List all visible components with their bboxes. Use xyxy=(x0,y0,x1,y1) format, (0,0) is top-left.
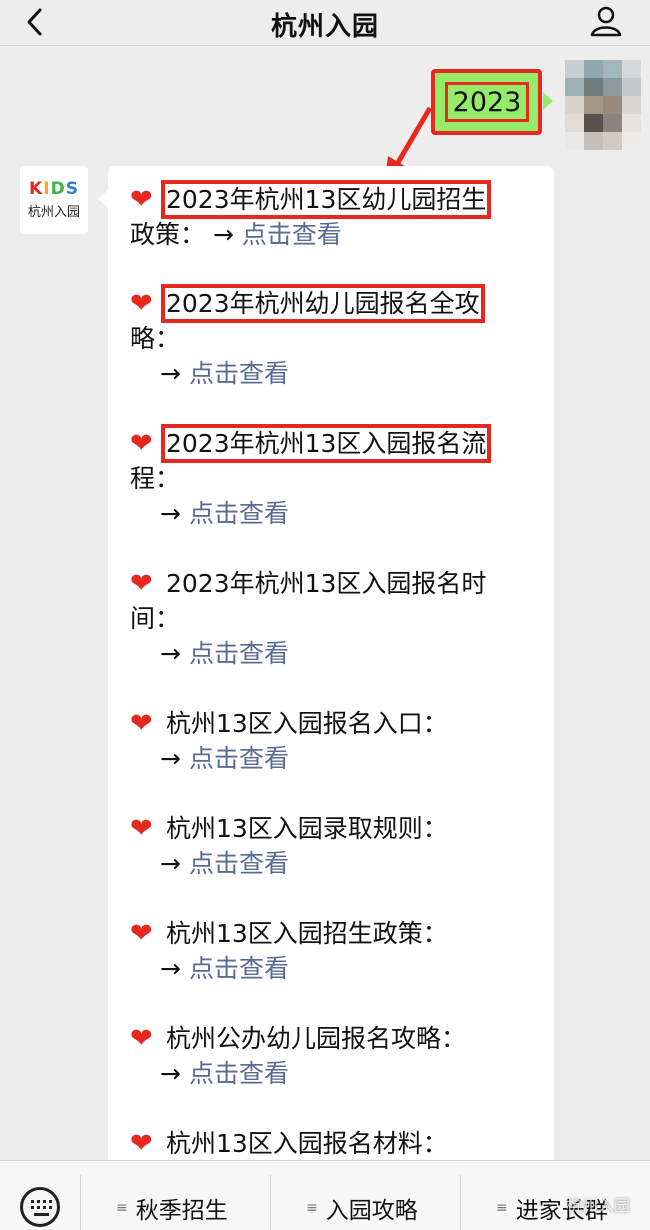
arrow-right-icon: → xyxy=(160,744,181,773)
item-title: 杭州13区入园录取规则： xyxy=(166,814,448,843)
account-avatar[interactable]: KIDS 杭州入园 xyxy=(20,166,88,234)
menu-item-label: 入园攻略 xyxy=(325,1198,418,1224)
menu-divider xyxy=(270,1175,271,1230)
list-item: ❤ 杭州13区入园报名入口： xyxy=(130,706,550,741)
list-item: ❤ 2023年杭州13区幼儿园招生 政策： → 点击查看 xyxy=(130,180,550,252)
heart-icon: ❤ xyxy=(130,288,153,319)
menu-list-icon: ≡ xyxy=(116,1200,128,1216)
arrow-right-icon: → xyxy=(160,849,181,878)
link-row: → 点击查看 xyxy=(160,356,289,391)
arrow-right-icon: → xyxy=(212,220,234,249)
heart-icon: ❤ xyxy=(130,813,153,844)
arrow-right-icon: → xyxy=(160,639,181,668)
menu-divider xyxy=(80,1175,81,1230)
link-row: → 点击查看 xyxy=(160,1056,289,1091)
menu-item-autumn-enrollment[interactable]: ≡ 秋季招生 xyxy=(116,1191,228,1225)
list-item: ❤ 2023年杭州13区入园报名时 间： xyxy=(130,566,550,636)
view-link[interactable]: 点击查看 xyxy=(242,220,342,249)
page-title: 杭州入园 xyxy=(270,12,379,42)
list-item: ❤ 杭州公办幼儿园报名攻略： xyxy=(130,1021,550,1056)
list-item: ❤ 2023年杭州幼儿园报名全攻 略： xyxy=(130,284,550,356)
menu-item-label: 秋季招生 xyxy=(135,1198,228,1224)
item-title-continued: 间： xyxy=(130,604,181,633)
watermark: 杭州入园 xyxy=(565,1196,630,1215)
view-link[interactable]: 点击查看 xyxy=(189,639,289,668)
view-link[interactable]: 点击查看 xyxy=(189,849,289,878)
heart-icon: ❤ xyxy=(130,708,153,739)
heart-icon: ❤ xyxy=(130,184,153,215)
nav-bar: 杭州入园 xyxy=(0,0,650,46)
view-link[interactable]: 点击查看 xyxy=(189,744,289,773)
reply-message-bubble: ❤ 2023年杭州13区幼儿园招生 政策： → 点击查看 ❤ 2023年杭州幼儿园报名… xyxy=(108,166,554,1176)
kids-logo: KIDS xyxy=(29,179,79,199)
list-item: ❤ 杭州13区入园报名材料： xyxy=(130,1126,550,1161)
item-title: 2023年杭州13区入园报名流 xyxy=(160,424,492,463)
user-avatar[interactable] xyxy=(565,60,641,150)
view-link[interactable]: 点击查看 xyxy=(189,359,289,388)
arrow-right-icon: → xyxy=(160,499,181,528)
item-title: 杭州13区入园招生政策： xyxy=(166,919,448,948)
heart-icon: ❤ xyxy=(130,1128,153,1159)
link-row: → 点击查看 xyxy=(160,496,289,531)
account-avatar-label: 杭州入园 xyxy=(27,205,80,220)
link-row: → 点击查看 xyxy=(160,741,289,776)
view-link[interactable]: 点击查看 xyxy=(189,954,289,983)
link-row: → 点击查看 xyxy=(160,846,289,881)
menu-divider xyxy=(460,1175,461,1230)
item-title: 2023年杭州幼儿园报名全攻 xyxy=(161,284,485,323)
heart-icon: ❤ xyxy=(130,568,153,599)
item-title: 杭州公办幼儿园报名攻略： xyxy=(166,1024,467,1053)
menu-list-icon: ≡ xyxy=(496,1200,508,1216)
person-icon[interactable] xyxy=(588,3,624,39)
item-title: 杭州13区入园报名入口： xyxy=(166,709,448,738)
recv-bubble-tail xyxy=(98,190,108,208)
link-row: → 点击查看 xyxy=(160,636,289,671)
bottom-menu-bar: ≡ 秋季招生 ≡ 入园攻略 ≡ 进家长群 xyxy=(0,1160,650,1230)
list-item: ❤ 杭州13区入园招生政策： xyxy=(130,916,550,951)
item-title: 2023年杭州13区入园报名时 xyxy=(166,569,487,598)
list-item: ❤ 2023年杭州13区入园报名流 程： xyxy=(130,424,550,496)
arrow-right-icon: → xyxy=(160,1059,181,1088)
item-title-continued: 略： xyxy=(130,324,181,353)
menu-item-enrollment-guide[interactable]: ≡ 入园攻略 xyxy=(306,1191,418,1225)
menu-list-icon: ≡ xyxy=(306,1200,318,1216)
heart-icon: ❤ xyxy=(130,918,153,949)
sent-bubble-tail xyxy=(543,92,553,110)
arrow-right-icon: → xyxy=(160,359,181,388)
item-title: 杭州13区入园报名材料： xyxy=(166,1129,448,1158)
view-link[interactable]: 点击查看 xyxy=(189,499,289,528)
arrow-right-icon: → xyxy=(160,954,181,983)
link-row: → 点击查看 xyxy=(160,951,289,986)
item-title-continued: 程： xyxy=(130,464,181,493)
keyboard-icon[interactable] xyxy=(20,1187,60,1227)
sent-message-text: 2023 xyxy=(445,82,529,122)
heart-icon: ❤ xyxy=(130,428,153,459)
list-item: ❤ 杭州13区入园录取规则： xyxy=(130,811,550,846)
item-title: 2023年杭州13区幼儿园招生 xyxy=(160,180,492,219)
item-title-continued: 政策： xyxy=(130,220,206,249)
heart-icon: ❤ xyxy=(130,1023,153,1054)
view-link[interactable]: 点击查看 xyxy=(189,1059,289,1088)
